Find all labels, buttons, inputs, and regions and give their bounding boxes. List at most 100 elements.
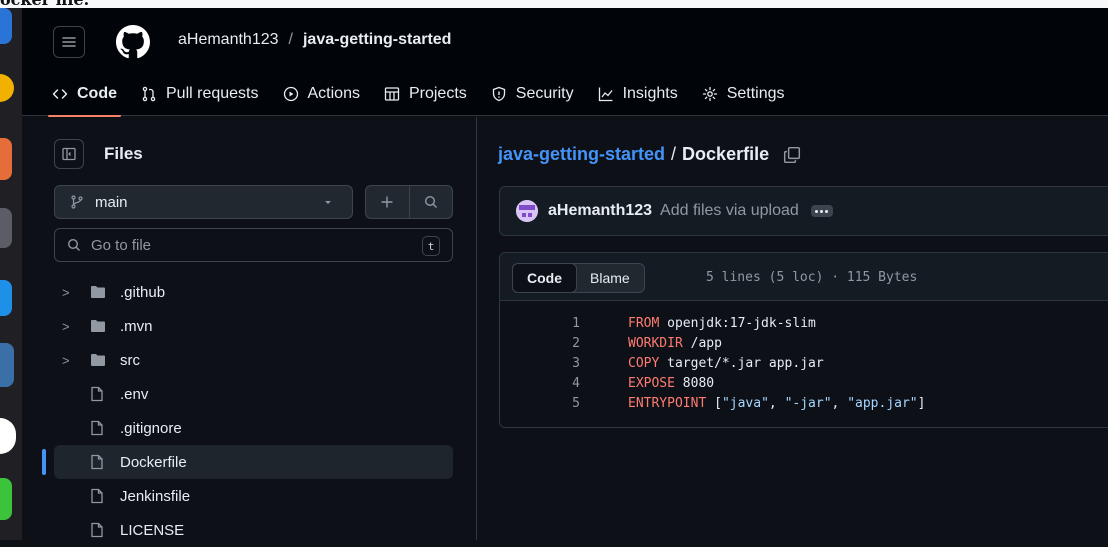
tab-pull-requests-label: Pull requests (166, 85, 259, 102)
tab-code-label: Code (77, 85, 117, 102)
code-text: target/*.jar app.jar (659, 355, 824, 371)
dock-app-5[interactable] (0, 280, 12, 316)
breadcrumb-separator: / (671, 144, 677, 164)
search-code-button[interactable] (410, 186, 453, 218)
tree-item-src[interactable]: > src (54, 343, 453, 377)
collapse-sidebar-button[interactable] (54, 139, 84, 169)
dock-app-1[interactable] (0, 8, 12, 44)
graph-icon (598, 87, 613, 102)
tree-item-env[interactable]: .env (54, 377, 453, 411)
code-text: openjdk:17-jdk-slim (659, 315, 816, 331)
blame-tab-button[interactable]: Blame (576, 264, 644, 292)
ellipsis-dot (820, 209, 824, 213)
code-blame-toggle: Code Blame (512, 263, 645, 293)
dock-app-4[interactable] (0, 208, 12, 248)
line-number[interactable]: 2 (500, 336, 580, 351)
top-strip: ocker file. (0, 0, 1108, 8)
tab-settings[interactable]: Settings (702, 72, 785, 116)
chevron-down-icon (325, 201, 331, 204)
line-number[interactable]: 3 (500, 356, 580, 371)
dock-app-3[interactable] (0, 138, 12, 180)
owner-link[interactable]: aHemanth123 (178, 31, 279, 48)
tree-item-label: Dockerfile (120, 453, 187, 471)
tab-insights[interactable]: Insights (598, 72, 678, 116)
folder-icon (91, 354, 105, 366)
commit-details-button[interactable] (810, 205, 833, 217)
chevron-right-icon: > (62, 352, 70, 368)
go-to-file-input[interactable]: Go to file t (54, 228, 453, 262)
code-text: /app (682, 335, 722, 351)
repo-link[interactable]: java-getting-started (303, 31, 451, 48)
copy-icon (784, 146, 801, 163)
tab-projects-label: Projects (408, 85, 467, 102)
dock-app-8[interactable] (0, 478, 12, 520)
dock-app-7[interactable] (0, 418, 16, 454)
code-keyword: WORKDIR (628, 335, 683, 351)
branch-selector[interactable]: main (54, 185, 353, 219)
code-lines: 1 FROM openjdk:17-jdk-slim 2 WORKDIR /ap… (500, 313, 1108, 413)
code-keyword: COPY (628, 355, 660, 371)
copy-path-button[interactable] (783, 146, 801, 164)
tab-actions-label: Actions (307, 85, 360, 102)
commit-message[interactable]: Add files via upload (660, 202, 799, 220)
code-text: , (768, 395, 785, 411)
avatar[interactable] (516, 200, 538, 222)
identicon-icon (516, 200, 538, 222)
file-icon (91, 488, 103, 504)
tab-projects[interactable]: Projects (384, 72, 467, 116)
tree-item-jenkinsfile[interactable]: Jenkinsfile (54, 479, 453, 513)
tab-actions[interactable]: Actions (283, 72, 360, 116)
folder-icon (91, 320, 105, 332)
search-icon (424, 195, 437, 208)
shield-icon (492, 86, 505, 102)
file-content-panel: java-getting-started / Dockerfile aHeman… (478, 117, 1108, 540)
code-icon (52, 89, 68, 99)
tree-item-label: .mvn (120, 317, 153, 335)
folder-icon (91, 286, 105, 298)
file-icon (91, 420, 103, 436)
tab-code[interactable]: Code (48, 72, 121, 117)
tree-item-mvn[interactable]: > .mvn (54, 309, 453, 343)
selected-indicator (42, 449, 46, 475)
code-keyword: EXPOSE (628, 375, 675, 391)
code-line: 3 COPY target/*.jar app.jar (500, 353, 1108, 373)
breadcrumb-repo-link[interactable]: java-getting-started (498, 144, 665, 165)
code-viewer-header: Code Blame 5 lines (5 loc) · 115 Bytes (500, 253, 1108, 301)
code-line: 4 EXPOSE 8080 (500, 373, 1108, 393)
hamburger-icon (62, 37, 76, 47)
tab-pull-requests[interactable]: Pull requests (141, 72, 259, 116)
dock-app-6[interactable] (0, 343, 14, 387)
repo-nav-tabs: Code Pull requests Actions Projects Secu… (48, 72, 809, 117)
tree-item-label: LICENSE (120, 521, 185, 539)
tree-item-label: .github (120, 283, 166, 301)
chevron-right-icon: > (62, 284, 70, 300)
code-viewer: Code Blame 5 lines (5 loc) · 115 Bytes 1… (499, 252, 1108, 428)
ellipsis-dot (815, 209, 819, 213)
top-strip-text: ocker file. (0, 0, 89, 8)
tree-item-gitignore[interactable]: .gitignore (54, 411, 453, 445)
tree-item-license[interactable]: LICENSE (54, 513, 453, 547)
tree-item-dockerfile[interactable]: Dockerfile (42, 445, 453, 479)
dock-app-2[interactable] (0, 74, 14, 102)
add-file-button[interactable] (366, 186, 410, 218)
tree-item-github[interactable]: > .github (54, 275, 453, 309)
code-keyword: FROM (628, 315, 660, 331)
keyboard-shortcut-hint: t (422, 236, 440, 256)
line-number[interactable]: 4 (500, 376, 580, 391)
line-number[interactable]: 5 (500, 396, 580, 411)
latest-commit-bar: aHemanth123 Add files via upload (499, 186, 1108, 236)
code-tab-button[interactable]: Code (512, 263, 577, 293)
menu-button[interactable] (53, 26, 85, 58)
tree-item-label: .gitignore (120, 419, 182, 437)
line-number[interactable]: 1 (500, 316, 580, 331)
file-icon (91, 522, 103, 538)
go-to-file-placeholder: Go to file (91, 236, 152, 254)
plus-icon (381, 196, 393, 208)
commit-author[interactable]: aHemanth123 (548, 202, 652, 220)
tab-security[interactable]: Security (491, 72, 574, 116)
chevron-right-icon: > (62, 318, 70, 334)
git-branch-icon (71, 195, 83, 209)
code-keyword: ENTRYPOINT (628, 395, 707, 411)
github-logo-icon[interactable] (116, 25, 150, 59)
ellipsis-dot (825, 209, 829, 213)
